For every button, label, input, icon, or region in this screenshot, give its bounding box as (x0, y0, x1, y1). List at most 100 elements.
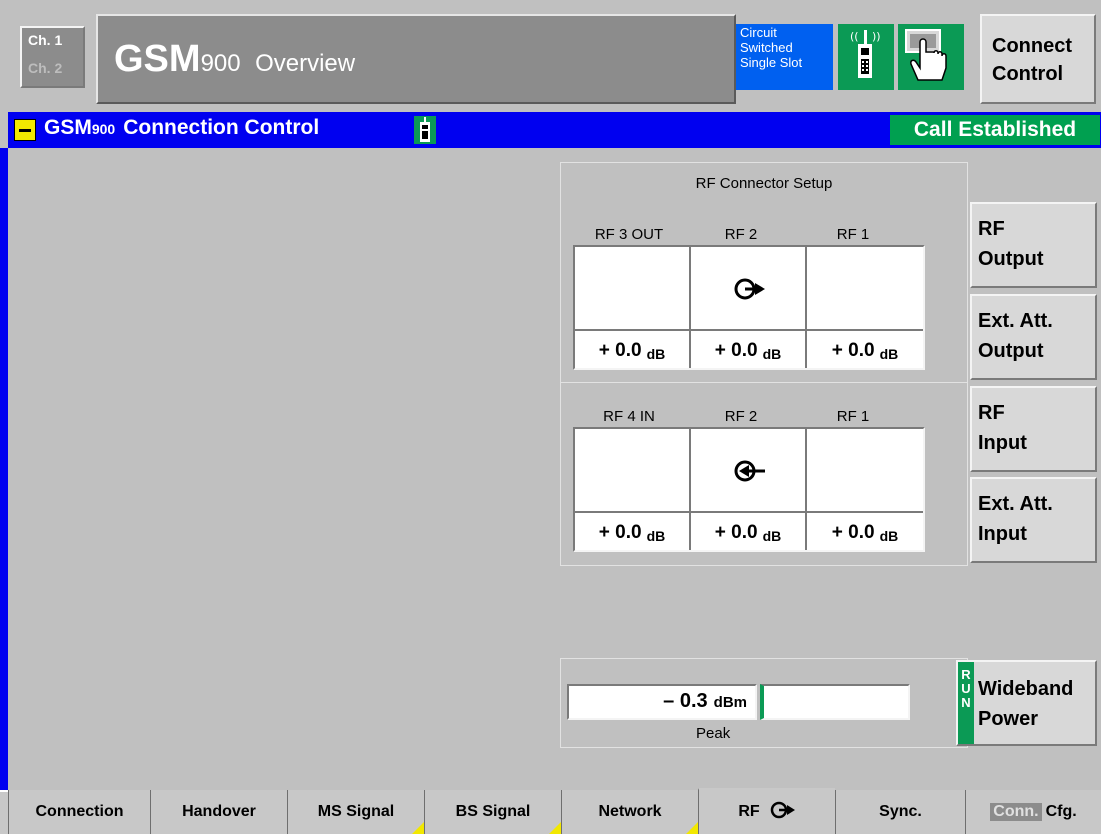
wideband-power-softkey[interactable]: R U N Wideband Power (956, 660, 1097, 746)
channel-1-label: Ch. 1 (28, 32, 63, 48)
tab-conn-cfg-label-b: Cfg. (1045, 803, 1077, 820)
tab-ms-signal[interactable]: MS Signal (287, 790, 424, 834)
svg-text:)): )) (872, 30, 881, 43)
tab-rf[interactable]: RF (698, 788, 835, 834)
rf2-out-cell[interactable]: + 0.0 dB (691, 247, 805, 368)
rf1-in-cell[interactable]: + 0.0 dB (807, 429, 923, 550)
wideband-line-2: Power (978, 708, 1039, 730)
rf1-out-value: + 0.0 (831, 340, 875, 361)
mode-line-3: Single Slot (740, 55, 803, 70)
rf-input-line-2: Input (978, 432, 1027, 454)
submenu-marker (549, 822, 561, 834)
channel-2-label: Ch. 2 (28, 60, 63, 76)
ext-att-output-line-2: Output (978, 340, 1044, 362)
rf1-out-cell[interactable]: + 0.0 dB (807, 247, 923, 368)
mobile-phone-icon (414, 116, 436, 144)
app-title-band: 900 (200, 50, 241, 77)
rf2-in-unit: dB (762, 528, 782, 544)
rf3-out-unit: dB (646, 346, 666, 362)
remote-control-icon[interactable] (898, 24, 964, 90)
signalling-status-icon: (( )) (838, 24, 894, 90)
tab-connection[interactable]: Connection (8, 790, 150, 834)
run-letter-u: U (961, 681, 971, 696)
submenu-marker (686, 822, 698, 834)
rf-output-softkey[interactable]: RF Output (970, 202, 1097, 288)
tab-network-label: Network (598, 803, 662, 820)
title-gsm: GSM (44, 116, 92, 139)
output-header-rf3out: RF 3 OUT (594, 226, 664, 243)
mode-indicator: Circuit Switched Single Slot (736, 24, 833, 90)
tab-sync[interactable]: Sync. (835, 790, 965, 834)
call-status-badge: Call Established (890, 115, 1100, 145)
rf2-out-value: + 0.0 (714, 340, 758, 361)
left-edge (0, 148, 8, 790)
channel-selector[interactable]: Ch. 1 Ch. 2 (20, 26, 85, 88)
output-grid-divider (575, 329, 923, 331)
tab-conn-cfg-label-a: Conn. (990, 803, 1042, 821)
ext-att-output-line-1: Ext. Att. (978, 310, 1053, 332)
rf1-in-value: + 0.0 (831, 522, 875, 543)
ext-att-input-softkey[interactable]: Ext. Att. Input (970, 477, 1097, 563)
submenu-marker (412, 822, 424, 834)
rf-input-softkey[interactable]: RF Input (970, 386, 1097, 472)
output-header-rf1: RF 1 (836, 226, 870, 243)
tab-bs-signal[interactable]: BS Signal (424, 790, 561, 834)
rf-output-line-1: RF (978, 218, 1005, 240)
tab-sync-label: Sync. (879, 803, 922, 820)
connect-control-button[interactable]: Connect Control (980, 14, 1096, 104)
rf-input-connector-icon (733, 457, 767, 491)
peak-power-unit: dBm (713, 694, 747, 711)
rf2-in-value: + 0.0 (714, 522, 758, 543)
input-header-rf1: RF 1 (836, 408, 870, 425)
ext-att-input-line-2: Input (978, 523, 1027, 545)
tab-ms-signal-label: MS Signal (317, 803, 395, 820)
svg-text:((: (( (850, 30, 859, 43)
rf1-in-unit: dB (879, 528, 899, 544)
peak-power-value: – 0.3 (663, 690, 708, 712)
input-header-rf4in: RF 4 IN (603, 408, 655, 425)
rf-input-line-1: RF (978, 402, 1005, 424)
rf-connector-setup-title: RF Connector Setup (695, 175, 833, 192)
peak-power-display: – 0.3 dBm (567, 684, 757, 720)
tab-network[interactable]: Network (561, 790, 698, 834)
rf4-in-cell[interactable]: + 0.0 dB (575, 429, 689, 550)
app-title-view: Overview (255, 50, 356, 77)
rf-output-connector-icon (733, 275, 767, 309)
rf2-out-unit: dB (762, 346, 782, 362)
title-text: Connection Control (123, 116, 320, 139)
rf2-in-cell[interactable]: + 0.0 dB (691, 429, 805, 550)
menu-icon[interactable] (14, 119, 36, 141)
rf-output-grid: + 0.0 dB + 0.0 dB + 0.0 dB (573, 245, 925, 370)
wideband-line-1: Wideband (978, 678, 1074, 700)
run-letter-r: R (961, 667, 971, 682)
peak-label: Peak (696, 725, 731, 742)
mode-line-1: Circuit (740, 25, 777, 40)
rf-input-grid: + 0.0 dB + 0.0 dB + 0.0 dB (573, 427, 925, 552)
tab-connection-label: Connection (35, 803, 124, 820)
tab-conn-cfg[interactable]: Conn. Cfg. (965, 790, 1101, 834)
rf3-out-cell[interactable]: + 0.0 dB (575, 247, 689, 368)
input-grid-divider (575, 511, 923, 513)
app-title-main: GSM (114, 38, 201, 80)
input-header-rf2: RF 2 (724, 408, 758, 425)
app-title-panel: GSM900 Overview (96, 14, 736, 104)
rf1-out-unit: dB (879, 346, 899, 362)
rf3-out-value: + 0.0 (598, 340, 642, 361)
rf-output-line-2: Output (978, 248, 1044, 270)
title-band: 900 (91, 121, 116, 137)
run-letter-n: N (961, 695, 971, 710)
connect-control-line-2: Control (992, 63, 1064, 85)
tab-rf-label: RF (738, 803, 760, 820)
tab-handover[interactable]: Handover (150, 790, 287, 834)
title-bar: GSM900 Connection Control Call Establishe… (8, 112, 1101, 148)
rf-connector-icon (770, 800, 796, 825)
rf-panel-divider (561, 382, 967, 383)
tab-bs-signal-label: BS Signal (455, 803, 531, 820)
ext-att-input-line-1: Ext. Att. (978, 493, 1053, 515)
rf4-in-unit: dB (646, 528, 666, 544)
ext-att-output-softkey[interactable]: Ext. Att. Output (970, 294, 1097, 380)
rf4-in-value: + 0.0 (598, 522, 642, 543)
mode-line-2: Switched (740, 40, 793, 55)
run-indicator: R U N (958, 662, 974, 744)
secondary-power-display (760, 684, 910, 720)
